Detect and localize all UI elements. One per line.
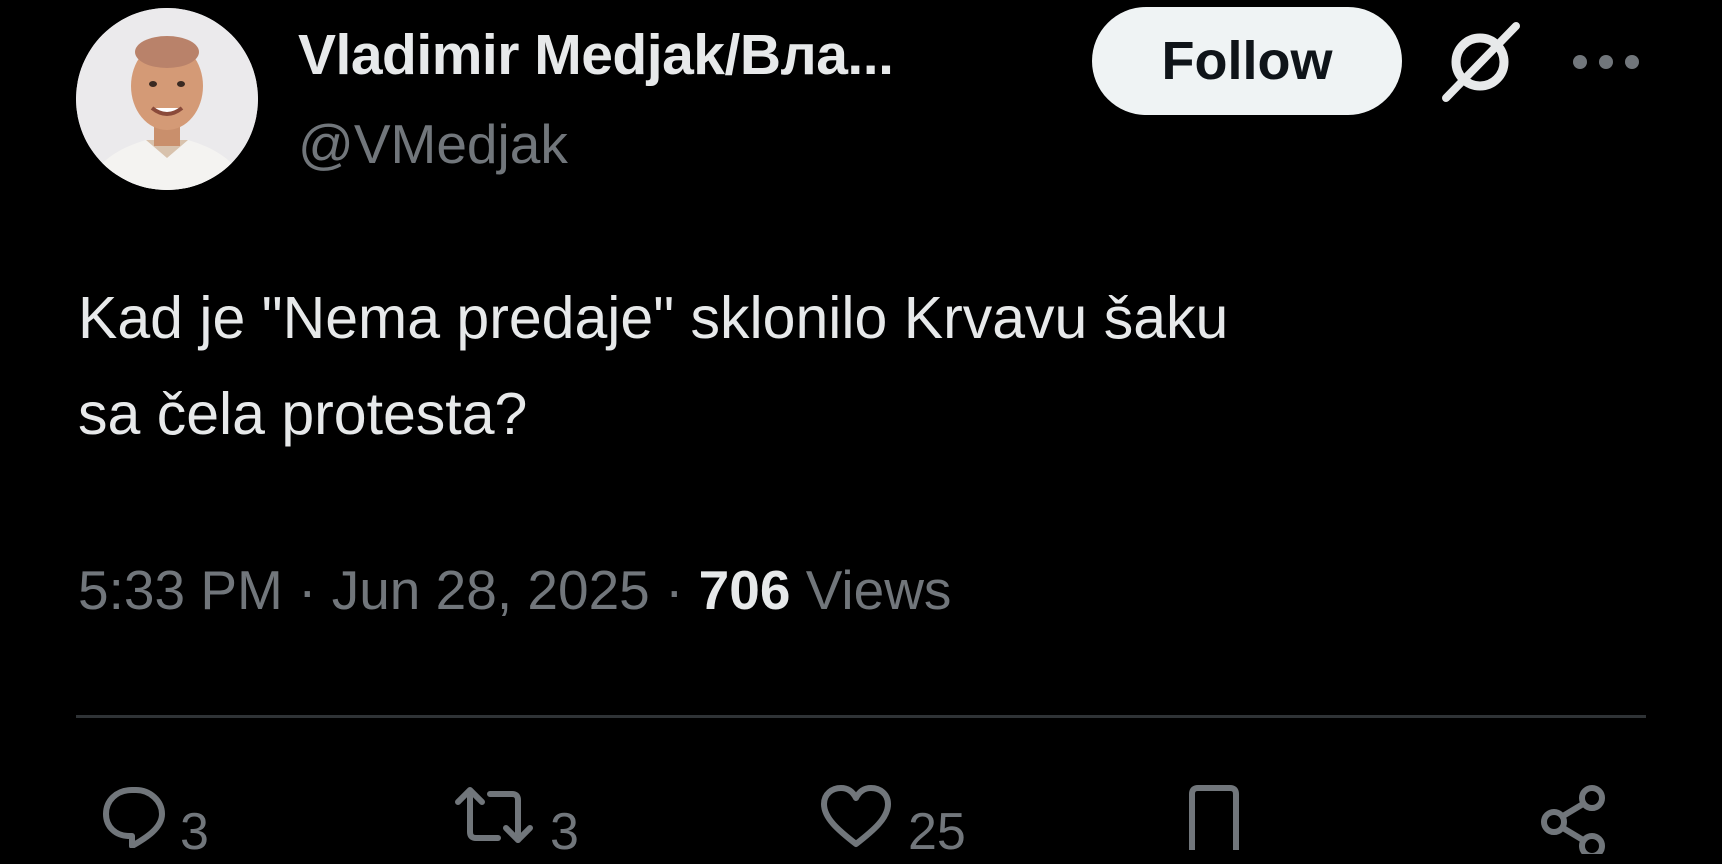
more-dots-icon[interactable] (1570, 50, 1642, 74)
share-button[interactable] (1534, 784, 1614, 864)
views-count: 706 (698, 559, 791, 621)
grok-icon[interactable] (1438, 20, 1522, 104)
repost-count: 3 (550, 803, 579, 861)
tweet-text: Kad je "Nema predaje" sklonilo Krvavu ša… (78, 270, 1638, 462)
reply-button[interactable]: 3 (102, 784, 209, 864)
meta-separator: · (665, 559, 699, 621)
author-handle[interactable]: @VMedjak (298, 112, 568, 176)
views-label: Views (805, 559, 952, 621)
like-count: 25 (908, 803, 966, 861)
repost-button[interactable]: 3 (452, 784, 579, 864)
follow-button[interactable]: Follow (1092, 7, 1402, 115)
heart-icon (821, 785, 891, 847)
tweet-time[interactable]: 5:33 PM (78, 559, 283, 621)
tweet-date[interactable]: Jun 28, 2025 (332, 559, 650, 621)
tweet-meta: 5:33 PM · Jun 28, 2025 · 706 Views (78, 558, 951, 622)
tweet-text-line-2: sa čela protesta? (78, 381, 528, 447)
share-icon (1541, 785, 1605, 854)
bookmark-button[interactable] (1186, 784, 1242, 864)
reply-icon (103, 787, 165, 848)
avatar[interactable] (76, 8, 258, 190)
divider (76, 715, 1646, 718)
reply-count: 3 (180, 803, 209, 861)
bookmark-icon (1189, 785, 1239, 850)
author-display-name[interactable]: Vladimir Medjak/Вла... (298, 22, 894, 88)
meta-separator: · (298, 559, 332, 621)
repost-icon (455, 787, 533, 843)
tweet-card: Vladimir Medjak/Вла... @VMedjak Follow K… (0, 0, 1722, 861)
tweet-text-line-1: Kad je "Nema predaje" sklonilo Krvavu ša… (78, 285, 1229, 351)
like-button[interactable]: 25 (818, 784, 966, 864)
